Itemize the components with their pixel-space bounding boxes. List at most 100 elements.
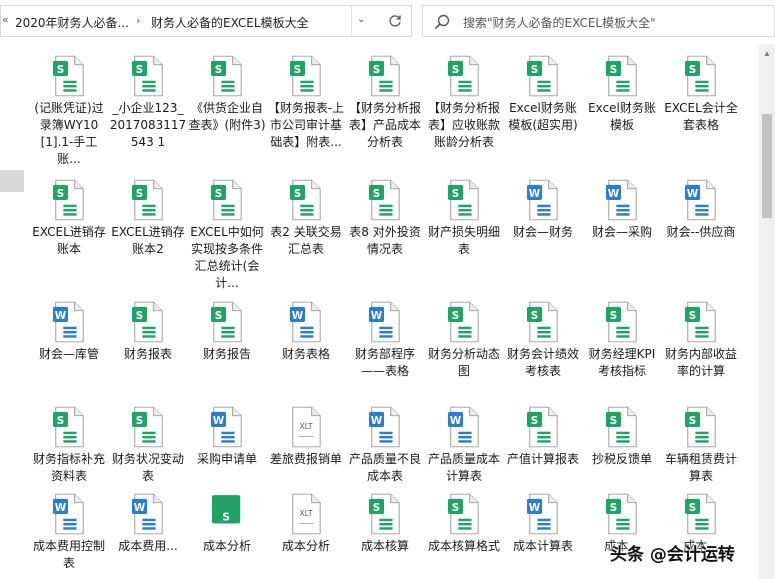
file-item[interactable]: S 财务报告 bbox=[188, 296, 266, 414]
file-item[interactable]: W 财会—财务 bbox=[504, 174, 582, 292]
svg-text:S: S bbox=[136, 415, 143, 427]
xlt-badge: XLT bbox=[300, 422, 313, 431]
file-item[interactable]: S 表8 对外投资情况表 bbox=[346, 174, 424, 292]
excel-file-icon: S bbox=[684, 493, 716, 535]
breadcrumb-separator-icon[interactable]: › bbox=[136, 14, 140, 27]
svg-text:S: S bbox=[689, 502, 696, 514]
breadcrumb-current[interactable]: 财务人必备的EXCEL模板大全 bbox=[151, 14, 309, 31]
file-item[interactable]: S 财务报表 bbox=[109, 296, 187, 414]
file-name-label: 差旅费报销单 bbox=[269, 452, 342, 466]
excel-file-icon: S bbox=[447, 179, 479, 221]
file-name-label: 产值计算报表 bbox=[506, 452, 579, 466]
excel-file-icon: S bbox=[447, 301, 479, 343]
file-item[interactable]: W 财务部程序——表格 bbox=[346, 296, 424, 414]
file-item[interactable]: S 财务分析动态图 bbox=[425, 296, 503, 414]
file-name-label: 采购申请单 bbox=[196, 452, 257, 466]
svg-text:W: W bbox=[55, 502, 67, 514]
svg-text:W: W bbox=[213, 415, 225, 427]
file-name-label: EXCEL会计全套表格 bbox=[664, 101, 738, 132]
search-icon bbox=[434, 14, 450, 30]
refresh-button[interactable] bbox=[379, 6, 411, 36]
file-item[interactable]: S 成本... bbox=[583, 488, 661, 579]
file-item[interactable]: S Excel财务账模板 bbox=[583, 50, 661, 168]
file-name-label: 财务内部收益率的计算 bbox=[664, 347, 737, 378]
svg-text:S: S bbox=[57, 64, 64, 76]
file-item[interactable]: S 成本... bbox=[662, 488, 740, 579]
svg-text:S: S bbox=[215, 310, 222, 322]
excel-file-icon: S bbox=[605, 301, 637, 343]
scroll-up-icon[interactable]: ▲ bbox=[759, 46, 775, 60]
file-item[interactable]: W 成本费用控制表 bbox=[30, 488, 108, 579]
file-item[interactable]: W 成本费用... bbox=[109, 488, 187, 579]
svg-text:S: S bbox=[531, 415, 538, 427]
breadcrumb-parent[interactable]: 2020年财务人必备... bbox=[15, 14, 129, 31]
svg-text:S: S bbox=[373, 188, 380, 200]
excel-file-icon: S bbox=[684, 55, 716, 97]
excel-file-icon: S bbox=[131, 301, 163, 343]
file-name-label: 财会--供应商 bbox=[666, 225, 736, 239]
file-item[interactable]: S 成本分析 bbox=[188, 488, 266, 579]
file-item[interactable]: S EXCEL会计全套表格 bbox=[662, 50, 740, 168]
excel-file-icon: S bbox=[605, 55, 637, 97]
excel-file-icon: S bbox=[210, 179, 242, 221]
file-item[interactable]: S 表2 关联交易汇总表 bbox=[267, 174, 345, 292]
vertical-scrollbar[interactable]: ▲ bbox=[759, 44, 775, 579]
file-item[interactable]: S 成本核算格式 bbox=[425, 488, 503, 579]
file-name-label: 【财务分析报表】产品成本分析表 bbox=[348, 101, 421, 149]
file-name-label: 财务报告 bbox=[202, 347, 251, 361]
file-name-label: 成本核算格式 bbox=[427, 539, 500, 553]
file-item[interactable]: S 《供货企业自查表》(附件3) bbox=[188, 50, 266, 168]
search-input[interactable]: 搜索"财务人必备的EXCEL模板大全" bbox=[422, 5, 775, 37]
svg-text:W: W bbox=[529, 188, 541, 200]
excel-file-icon: S bbox=[131, 179, 163, 221]
svg-text:S: S bbox=[452, 188, 459, 200]
file-item[interactable]: W 成本计算表 bbox=[504, 488, 582, 579]
svg-text:W: W bbox=[529, 502, 541, 514]
excel-file-icon: S bbox=[526, 406, 558, 448]
nav-selected-item[interactable] bbox=[0, 170, 24, 192]
excel-file-icon: S bbox=[684, 301, 716, 343]
file-item[interactable]: S 【财务分析报表】应收账款账龄分析表 bbox=[425, 50, 503, 168]
chevron-down-icon[interactable]: ⌄ bbox=[357, 14, 365, 25]
file-item[interactable]: S EXCEL进销存账本 bbox=[30, 174, 108, 292]
file-name-label: 财务部程序——表格 bbox=[354, 347, 415, 378]
svg-text:S: S bbox=[136, 64, 143, 76]
word-file-icon: W bbox=[289, 301, 321, 343]
excel-file-icon: S bbox=[211, 495, 241, 524]
address-bar[interactable]: « 2020年财务人必备... › 财务人必备的EXCEL模板大全 ⌄ bbox=[0, 5, 412, 37]
file-item[interactable]: S 【财务报表-上市公司审计基础表】附表... bbox=[267, 50, 345, 168]
file-item[interactable]: S EXCEL中如何实现按多条件汇总统计(会计... bbox=[188, 174, 266, 292]
xlt-file-icon: XLT bbox=[292, 406, 321, 448]
search-placeholder: 搜索"财务人必备的EXCEL模板大全" bbox=[463, 16, 656, 30]
svg-text:S: S bbox=[57, 415, 64, 427]
file-item[interactable]: S 财产损失明细表 bbox=[425, 174, 503, 292]
navigation-pane[interactable] bbox=[0, 44, 24, 579]
file-item[interactable]: W 财务表格 bbox=[267, 296, 345, 414]
file-item[interactable]: S 财务内部收益率的计算 bbox=[662, 296, 740, 414]
file-item[interactable]: S Excel财务账模板(超实用) bbox=[504, 50, 582, 168]
svg-text:S: S bbox=[531, 64, 538, 76]
file-item[interactable]: XLT 成本分析 bbox=[267, 488, 345, 579]
file-item[interactable]: S 财务经理KPI考核指标 bbox=[583, 296, 661, 414]
file-name-label: 财会—财务 bbox=[512, 225, 573, 239]
file-name-label: 【财务报表-上市公司审计基础表】附表... bbox=[267, 101, 345, 149]
file-item[interactable]: W 财会--供应商 bbox=[662, 174, 740, 292]
word-file-icon: W bbox=[210, 406, 242, 448]
file-item[interactable]: S _小企业123_2017083117543 1 bbox=[109, 50, 187, 168]
file-item[interactable]: S (记账凭证)过录簿WY10[1].1-手工账... bbox=[30, 50, 108, 168]
file-item[interactable]: S EXCEL进销存账本2 bbox=[109, 174, 187, 292]
word-file-icon: W bbox=[526, 179, 558, 221]
file-name-label: 财产损失明细表 bbox=[427, 225, 500, 256]
file-item[interactable]: W 财会—库管 bbox=[30, 296, 108, 414]
scrollbar-thumb[interactable] bbox=[762, 114, 772, 218]
svg-text:W: W bbox=[450, 415, 462, 427]
file-item[interactable]: S 财务会计绩效考核表 bbox=[504, 296, 582, 414]
file-item[interactable]: S 【财务分析报表】产品成本分析表 bbox=[346, 50, 424, 168]
file-name-label: Excel财务账模板 bbox=[588, 101, 656, 132]
file-item[interactable]: W 财会—采购 bbox=[583, 174, 661, 292]
excel-file-icon: S bbox=[447, 493, 479, 535]
xlt-file-icon: XLT bbox=[292, 493, 321, 535]
overflow-crumbs-icon[interactable]: « bbox=[2, 13, 9, 26]
svg-text:S: S bbox=[373, 502, 380, 514]
file-item[interactable]: S 成本核算 bbox=[346, 488, 424, 579]
